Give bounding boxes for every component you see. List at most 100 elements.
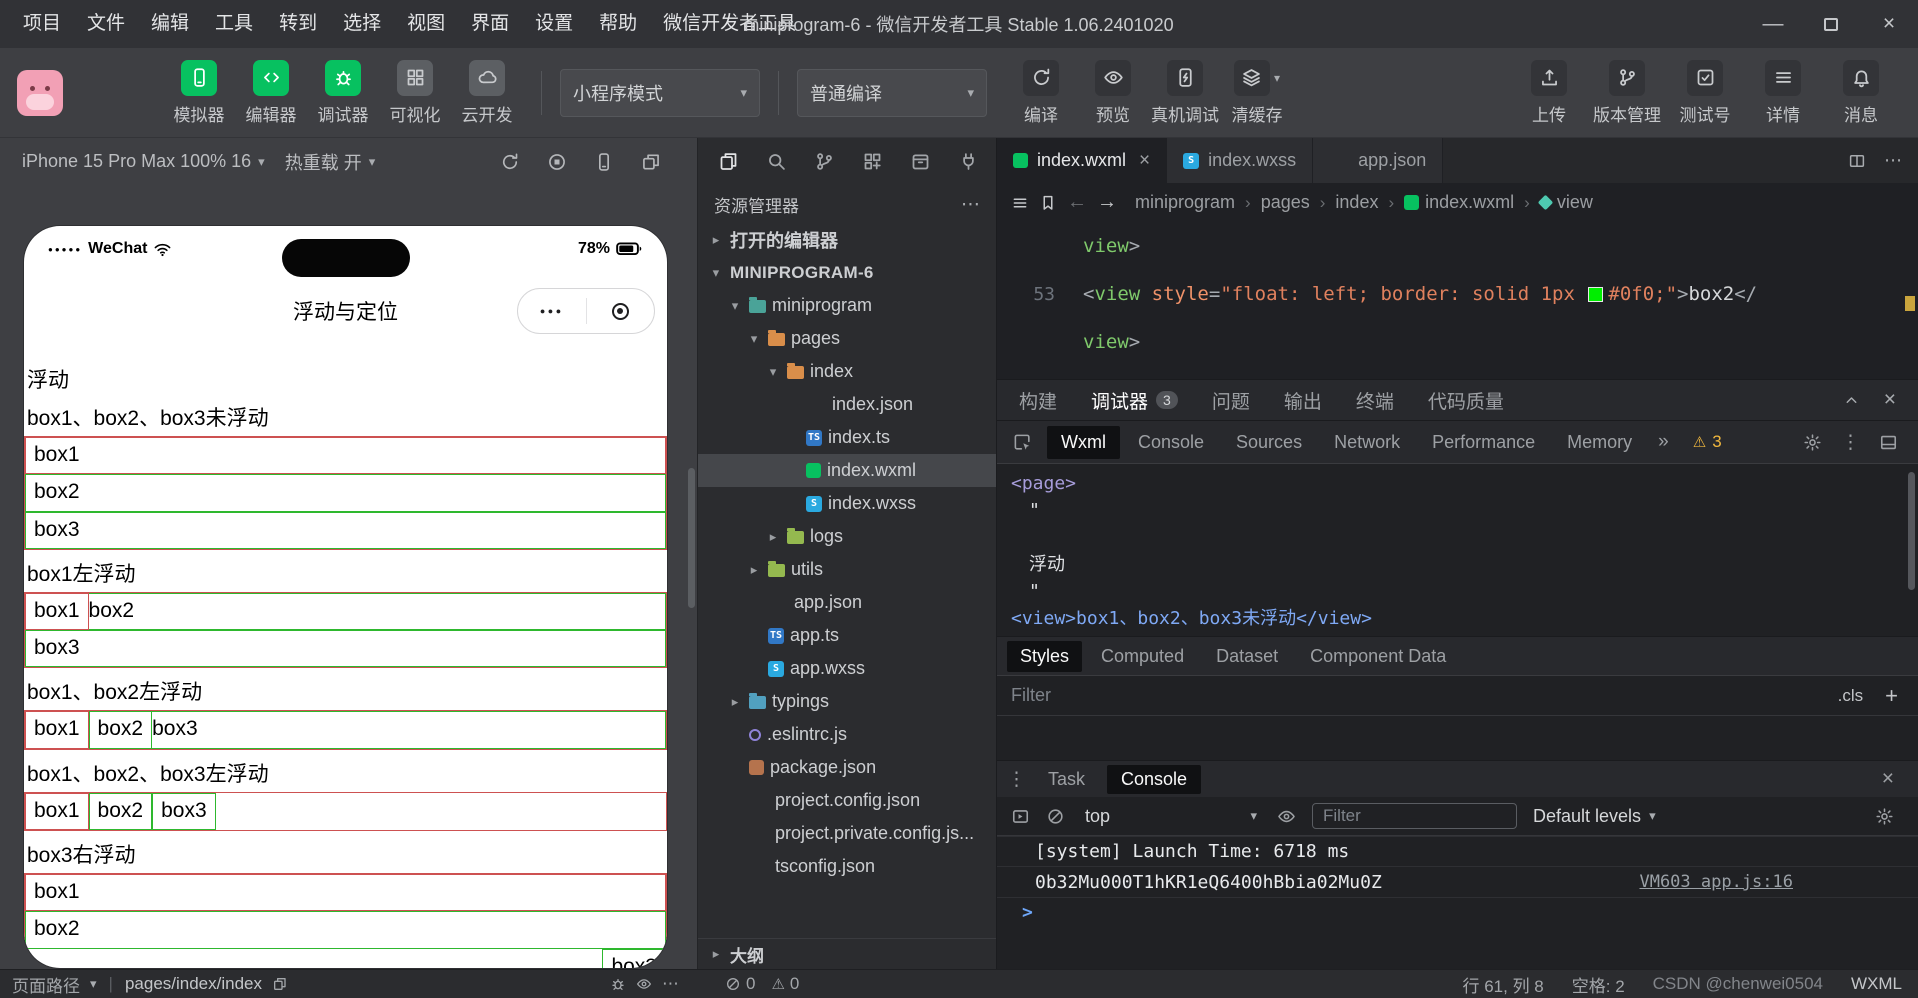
close-tab-icon[interactable]: × — [1139, 150, 1150, 172]
maximize-button[interactable] — [1802, 0, 1860, 48]
debugger-panel-tab[interactable]: 输出 — [1284, 387, 1322, 414]
console-output[interactable]: [system] Launch Time: 6718 ms 0b32Mu000T1… — [997, 836, 1918, 969]
menu-item[interactable]: 帮助 — [586, 0, 650, 48]
tree-item-tsconfig.json[interactable]: tsconfig.json — [698, 850, 996, 883]
tree-item-project.private.config.js...[interactable]: project.private.config.js... — [698, 817, 996, 850]
breadcrumb-item[interactable]: miniprogram — [1135, 192, 1235, 213]
device-selector[interactable]: iPhone 15 Pro Max 100% 16 ▾ — [12, 151, 275, 172]
breadcrumb-item[interactable]: index — [1335, 192, 1378, 213]
toolbar-button-visual[interactable]: 可视化 — [379, 59, 451, 126]
cls-toggle[interactable]: .cls — [1838, 686, 1864, 706]
toolbar-button-message[interactable]: 消息 — [1822, 59, 1900, 126]
wxml-tree-line[interactable]: <view>box1、box2、box3未浮动</view> — [1011, 605, 1918, 632]
menu-item[interactable]: 文件 — [74, 0, 138, 48]
split-editor-icon[interactable] — [1848, 152, 1866, 170]
console-log-source[interactable]: VM603 app.js:16 — [1639, 872, 1793, 892]
language-mode[interactable]: WXML — [1851, 974, 1902, 994]
page-path-label[interactable]: 页面路径 — [12, 972, 80, 997]
tree-item-typings[interactable]: ▸ typings — [698, 685, 996, 718]
warning-badge[interactable]: ⚠ 3 — [1693, 432, 1722, 452]
tab-console[interactable]: Console — [1107, 764, 1202, 794]
styles-tab[interactable]: Computed — [1088, 641, 1197, 672]
styles-tab[interactable]: Styles — [1007, 640, 1083, 672]
preview-eye-icon[interactable] — [636, 976, 652, 992]
kebab-menu-icon[interactable]: ⋮ — [1007, 768, 1026, 791]
devtools-tab[interactable]: Memory — [1553, 426, 1646, 459]
devtools-tab[interactable]: Sources — [1222, 426, 1316, 459]
eval-context-icon[interactable] — [1011, 807, 1030, 826]
outline-section[interactable]: ▸ 大纲 — [698, 938, 996, 969]
styles-filter-input[interactable] — [1011, 685, 1822, 706]
tree-item-project.config.json[interactable]: project.config.json — [698, 784, 996, 817]
gear-icon[interactable] — [1803, 433, 1822, 452]
toolbar-button-clear-cache[interactable]: ▾ 清缓存 — [1221, 59, 1293, 126]
tree-item-index.ts[interactable]: index.ts — [698, 421, 996, 454]
capsule-menu[interactable]: ●●● — [517, 288, 655, 334]
compile-mode-dropdown[interactable]: 普通编译 ▾ — [797, 68, 987, 117]
close-icon[interactable]: × — [1884, 388, 1896, 412]
plugin-icon[interactable] — [958, 151, 979, 172]
editor-tab[interactable]: index.wxss — [1167, 138, 1314, 183]
chevron-down-icon[interactable]: ▾ — [90, 976, 97, 992]
tree-item-index.wxml[interactable]: index.wxml — [698, 454, 996, 487]
multi-window-icon[interactable] — [641, 152, 661, 172]
more-actions-icon[interactable]: ⋯ — [662, 974, 679, 994]
tree-item-index.json[interactable]: index.json — [698, 388, 996, 421]
user-avatar[interactable] — [17, 69, 63, 116]
simulator-scrollbar[interactable] — [688, 468, 695, 608]
toolbar-button-preview[interactable]: 预览 — [1077, 59, 1149, 126]
list-icon[interactable] — [1011, 194, 1029, 212]
debugger-panel-tab[interactable]: 终端 — [1356, 387, 1394, 414]
forward-arrow-icon[interactable]: → — [1097, 191, 1117, 214]
toolbar-button-details[interactable]: 详情 — [1744, 59, 1822, 126]
menu-item[interactable]: 编辑 — [138, 0, 202, 48]
back-arrow-icon[interactable]: ← — [1067, 191, 1087, 214]
stop-icon[interactable] — [547, 152, 567, 172]
menu-item[interactable]: 转到 — [266, 0, 330, 48]
files-icon[interactable] — [718, 151, 739, 172]
menu-item[interactable]: 界面 — [458, 0, 522, 48]
tree-item-index[interactable]: ▾ index — [698, 355, 996, 388]
more-tabs-icon[interactable]: » — [1650, 431, 1677, 453]
code-editor[interactable]: view> 53 <view style="float: left; border:… — [997, 222, 1918, 379]
menu-item[interactable]: 设置 — [522, 0, 586, 48]
console-prompt[interactable]: > — [997, 898, 1918, 923]
search-icon[interactable] — [766, 151, 787, 172]
toolbar-button-simulator[interactable]: 模拟器 — [163, 59, 235, 126]
log-levels-dropdown[interactable]: Default levels ▾ — [1533, 806, 1656, 827]
tree-item-.eslintrc.js[interactable]: .eslintrc.js — [698, 718, 996, 751]
wxml-tree-line[interactable] — [1011, 524, 1918, 551]
editor-tab[interactable]: index.wxml × — [997, 138, 1168, 183]
dock-panel-icon[interactable] — [1879, 433, 1898, 452]
clear-console-icon[interactable] — [1046, 807, 1065, 826]
device-frame-icon[interactable] — [594, 152, 614, 172]
inspect-element-icon[interactable] — [1005, 433, 1039, 452]
phone-simulator[interactable]: ●●●●● WeChat 78% 浮动与定位 ●●● 浮动 box1、box2、… — [24, 226, 667, 968]
toolbar-button-cloud[interactable]: 云开发 — [451, 59, 523, 126]
debugger-panel-tab[interactable]: 问题 — [1212, 387, 1250, 414]
wxml-tree-pane[interactable]: <page> " 浮动 " <view>box1、box2、box3未浮动</view> — [997, 464, 1918, 636]
wxml-tree-line[interactable]: <page> — [1011, 470, 1918, 497]
cursor-position[interactable]: 行 61, 列 8 — [1462, 972, 1543, 997]
tree-item-pages[interactable]: ▾ pages — [698, 322, 996, 355]
tree-item-app.json[interactable]: app.json — [698, 586, 996, 619]
indent-setting[interactable]: 空格: 2 — [1572, 972, 1625, 997]
devtools-tab[interactable]: Performance — [1418, 426, 1549, 459]
tree-item-logs[interactable]: ▸ logs — [698, 520, 996, 553]
tree-item-index.wxss[interactable]: index.wxss — [698, 487, 996, 520]
more-actions-icon[interactable]: ⋯ — [961, 193, 980, 216]
devtools-tab[interactable]: Console — [1124, 426, 1218, 459]
menu-item[interactable]: 视图 — [394, 0, 458, 48]
devtools-tab[interactable]: Wxml — [1047, 425, 1120, 459]
package-icon[interactable] — [910, 151, 931, 172]
close-drawer-icon[interactable]: × — [1882, 767, 1908, 791]
extensions-icon[interactable] — [862, 151, 883, 172]
more-actions-icon[interactable]: ⋯ — [1884, 150, 1902, 171]
close-button[interactable]: × — [1860, 0, 1918, 48]
mode-dropdown[interactable]: 小程序模式 ▾ — [560, 68, 760, 117]
tree-item-app.wxss[interactable]: app.wxss — [698, 652, 996, 685]
console-settings-icon[interactable] — [1875, 807, 1904, 826]
copy-path-icon[interactable] — [272, 976, 288, 992]
debugger-panel-tab[interactable]: 构建 — [1019, 387, 1057, 414]
tab-task[interactable]: Task — [1034, 765, 1099, 794]
